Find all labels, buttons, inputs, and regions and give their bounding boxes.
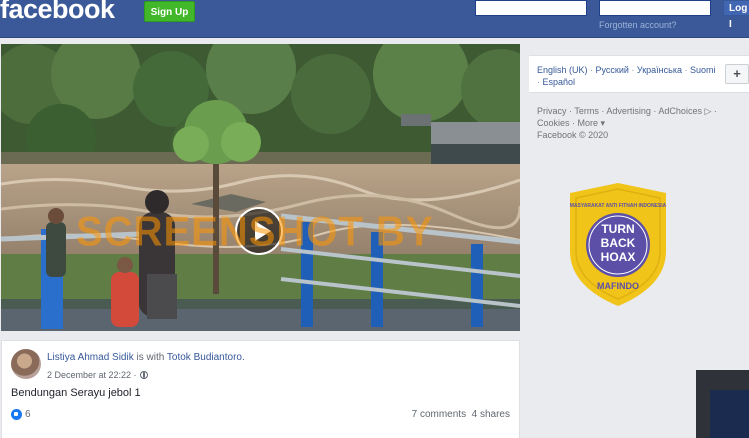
author-link[interactable]: Listiya Ahmad Sidik [47, 352, 134, 363]
turnbackhoax-badge: TURN BACK HOAX MASYARAKAT ANTI FITNAH IN… [570, 183, 667, 306]
badge-line3: HOAX [601, 250, 636, 264]
post-text: Bendungan Serayu jebol 1 [11, 387, 141, 399]
forgotten-account-link[interactable]: Forgotten account? [599, 20, 677, 30]
engagement-counts: 7 comments 4 shares [412, 409, 510, 420]
shares-count[interactable]: 4 shares [472, 409, 510, 420]
signup-button[interactable]: Sign Up [144, 1, 195, 22]
post-card: Listiya Ahmad Sidik is with Totok Budian… [1, 340, 520, 438]
language-russian[interactable]: Русский [596, 65, 629, 75]
avatar[interactable] [11, 349, 41, 379]
language-english[interactable]: English (UK) [537, 65, 588, 75]
language-links: English (UK) · Русский · Українська · Su… [537, 65, 716, 87]
like-count: 6 [25, 409, 31, 420]
with-text: is with [136, 352, 165, 363]
post-date-line: 2 December at 22:22 · [47, 370, 148, 380]
globe-icon [139, 371, 148, 379]
post-date[interactable]: 2 December at 22:22 · [47, 370, 137, 380]
cookies-link[interactable]: Cookies [537, 118, 570, 128]
language-finnish[interactable]: Suomi [690, 65, 716, 75]
privacy-link[interactable]: Privacy [537, 106, 567, 116]
like-icon [11, 409, 22, 420]
tagged-link[interactable]: Totok Budiantoro. [167, 352, 245, 363]
adchoices-icon: ▷ [701, 106, 712, 116]
post-author-line: Listiya Ahmad Sidik is with Totok Budian… [47, 352, 245, 363]
embedded-thumbnail[interactable] [696, 370, 749, 438]
password-field[interactable] [599, 0, 711, 16]
language-ukrainian[interactable]: Українська [637, 65, 682, 75]
login-button[interactable]: Log I [723, 0, 749, 30]
badge-line1: TURN [601, 222, 634, 236]
reactions-summary[interactable]: 6 [11, 409, 31, 420]
language-box: English (UK) · Русский · Українська · Su… [529, 56, 749, 93]
comments-count[interactable]: 7 comments [412, 409, 466, 420]
top-bar: facebook Sign Up Log I Forgotten account… [0, 0, 749, 38]
copyright: Facebook © 2020 [537, 130, 609, 140]
badge-line2: BACK [601, 236, 636, 250]
footer-links: Privacy · Terms · Advertising · AdChoice… [537, 106, 717, 140]
more-link[interactable]: More [578, 118, 599, 128]
add-language-button[interactable]: + [725, 64, 749, 84]
facebook-logo[interactable]: facebook [0, 0, 115, 25]
post-video[interactable] [1, 44, 520, 331]
screenshot-watermark: SCREENSHOT BY [76, 208, 434, 256]
language-spanish[interactable]: Español [543, 77, 576, 87]
badge-bottom-text: MAFINDO [597, 281, 639, 291]
terms-link[interactable]: Terms [574, 106, 599, 116]
right-column: English (UK) · Русский · Українська · Su… [529, 55, 749, 150]
thumbnail-image [710, 390, 749, 438]
advertising-link[interactable]: Advertising [606, 106, 651, 116]
email-field[interactable] [475, 0, 587, 16]
badge-top-text: MASYARAKAT ANTI FITNAH INDONESIA [570, 203, 667, 209]
video-frame [1, 44, 520, 331]
adchoices-link[interactable]: AdChoices [658, 106, 702, 116]
